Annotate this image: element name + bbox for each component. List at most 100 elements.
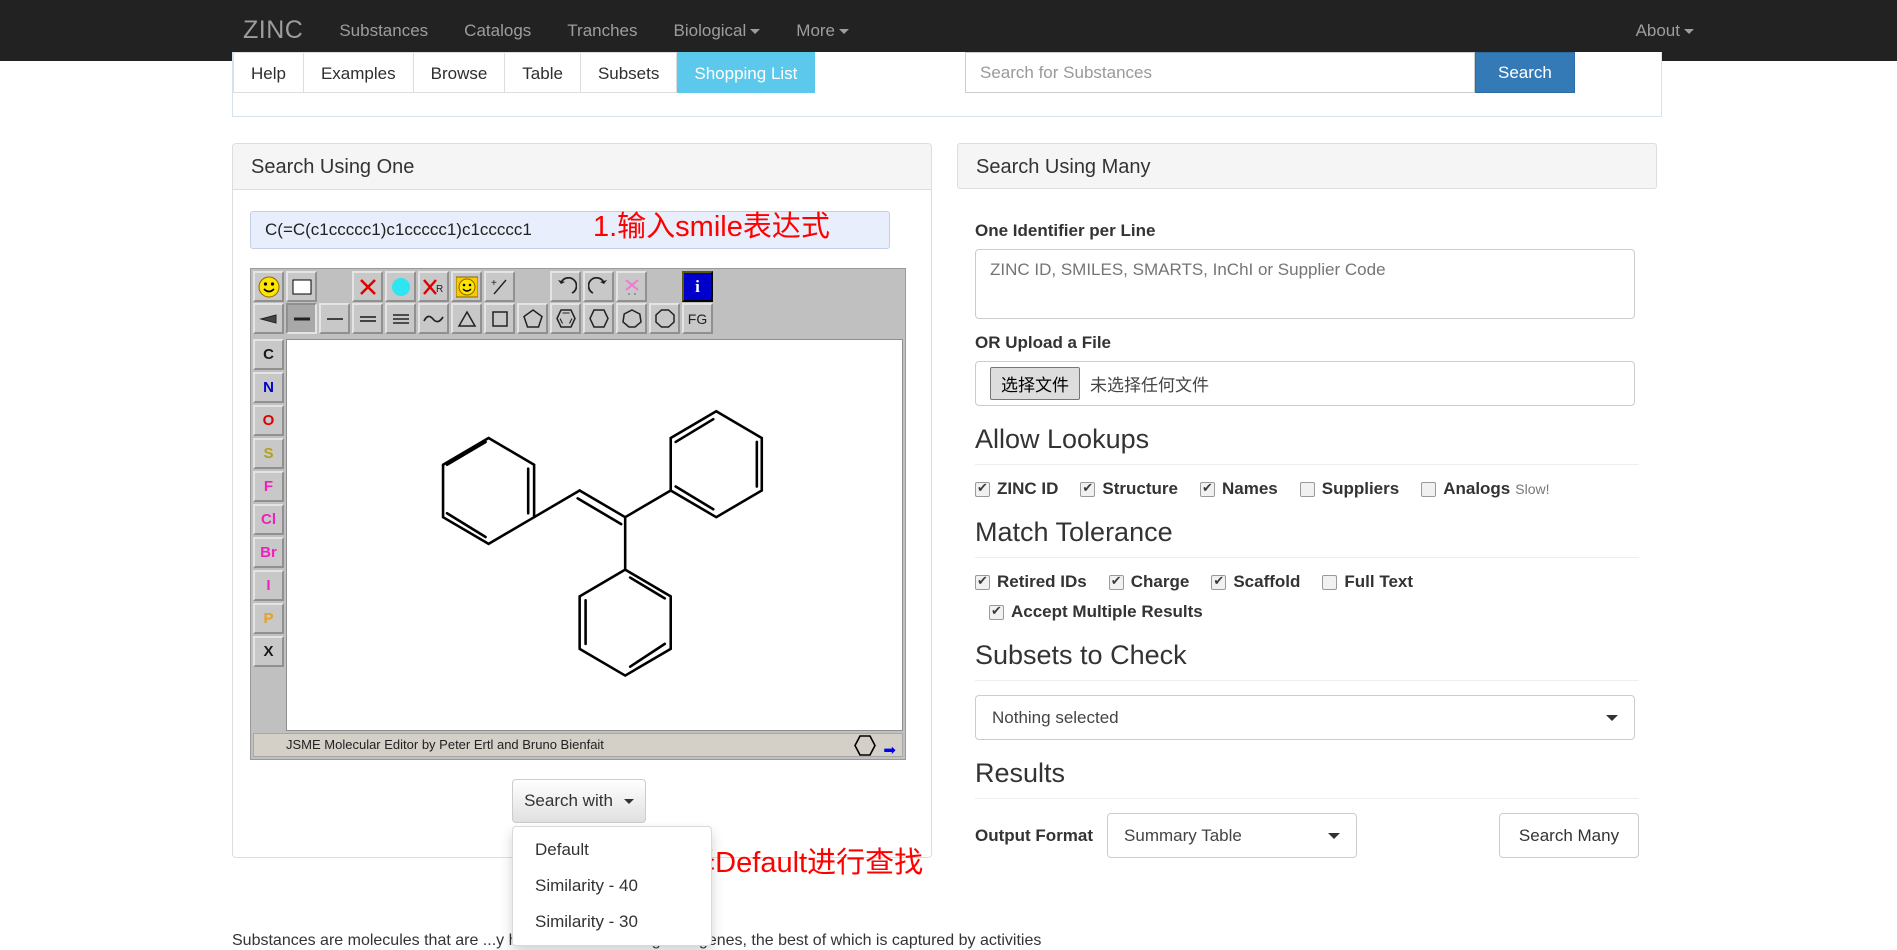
chevron-down-icon xyxy=(1606,714,1618,721)
left-panel-title: Search Using One xyxy=(233,144,931,190)
subsets-select[interactable]: Nothing selected xyxy=(975,695,1635,740)
double-bond-icon[interactable] xyxy=(352,303,383,334)
search-button[interactable]: Search xyxy=(1475,52,1575,93)
tab-subsets[interactable]: Subsets xyxy=(580,52,678,93)
functional-group-icon[interactable]: FG xyxy=(682,303,713,334)
output-format-label: Output Format xyxy=(975,825,1094,845)
checkbox-analogs[interactable] xyxy=(1421,481,1437,497)
delete-x-icon[interactable] xyxy=(352,271,383,302)
checkbox-item-charge[interactable]: Charge xyxy=(1108,572,1190,592)
pentagon-ring-icon[interactable] xyxy=(517,303,548,334)
annotation-step-1: 1.输入smile表达式 xyxy=(593,211,830,243)
svg-text:+: + xyxy=(491,278,497,289)
dropdown-item-similarity-30[interactable]: Similarity - 30 xyxy=(513,904,711,940)
checkbox-item-full-text[interactable]: Full Text xyxy=(1322,572,1413,592)
jsme-molecular-editor[interactable]: R + _ i FG C N O S F Cl Br I P X JSME Mo… xyxy=(250,268,906,760)
checkbox-accept-multiple-results[interactable] xyxy=(989,603,1004,620)
chevron-down-icon xyxy=(1684,29,1694,35)
chain-bond-icon[interactable] xyxy=(418,303,449,334)
checkbox-label: Analogs xyxy=(1443,479,1511,498)
atom-button-N[interactable]: N xyxy=(253,372,284,403)
info-icon[interactable]: i xyxy=(682,271,713,302)
checkbox-scaffold[interactable] xyxy=(1211,573,1227,590)
checkbox-structure[interactable] xyxy=(1080,480,1096,497)
nav-label: Biological xyxy=(673,21,747,40)
wedge-bond-icon[interactable] xyxy=(253,303,284,334)
identifier-label: One Identifier per Line xyxy=(975,221,1156,240)
square-ring-icon[interactable] xyxy=(484,303,515,334)
triangle-ring-icon[interactable] xyxy=(451,303,482,334)
atom-button-I[interactable]: I xyxy=(253,570,284,601)
checkbox-item-zinc-id[interactable]: ZINC ID xyxy=(975,479,1058,499)
dropdown-item-similarity-40[interactable]: Similarity - 40 xyxy=(513,868,711,904)
atom-button-S[interactable]: S xyxy=(253,438,284,469)
tab-bar: Help Examples Browse Table Subsets Shopp… xyxy=(233,52,816,93)
atom-button-O[interactable]: O xyxy=(253,405,284,436)
search-input[interactable] xyxy=(965,52,1475,93)
checkbox-suppliers[interactable] xyxy=(1299,481,1315,497)
jsme-export-arrow-icon[interactable]: ➡ xyxy=(883,740,896,762)
file-upload-row[interactable]: 选择文件 未选择任何文件 xyxy=(975,361,1635,406)
cyan-circle-icon[interactable] xyxy=(385,271,416,302)
tab-browse[interactable]: Browse xyxy=(413,52,506,93)
checkbox-full-text[interactable] xyxy=(1322,574,1338,590)
atom-button-Br[interactable]: Br xyxy=(253,537,284,568)
svg-text:_: _ xyxy=(499,288,506,297)
allow-lookups-group: ZINC ID Structure Names Suppliers Analog… xyxy=(975,479,1639,499)
choose-file-button[interactable]: 选择文件 xyxy=(990,367,1080,400)
single-bond-plain-icon[interactable] xyxy=(319,303,350,334)
nav-label: About xyxy=(1635,21,1680,40)
smiley-boxed-icon[interactable] xyxy=(451,271,482,302)
dropdown-item-default[interactable]: Default xyxy=(513,832,711,868)
search-using-many-panel: Search Using Many One Identifier per Lin… xyxy=(957,143,1657,858)
hexagon-ring-icon[interactable] xyxy=(583,303,614,334)
new-white-rect-icon[interactable] xyxy=(286,271,317,302)
charge-plusminus-icon[interactable]: + _ xyxy=(484,271,515,302)
search-with-button[interactable]: Search with xyxy=(512,779,646,823)
checkbox-item-structure[interactable]: Structure xyxy=(1080,479,1178,499)
molecule-structure xyxy=(441,409,764,678)
jsme-hexagon-logo-icon xyxy=(854,735,876,763)
checkbox-retired-ids[interactable] xyxy=(975,573,990,590)
delete-group-icon[interactable]: R xyxy=(418,271,449,302)
checkbox-label: Charge xyxy=(1130,572,1190,591)
checkbox-item-analogs[interactable]: Analogs Slow! xyxy=(1421,479,1550,499)
identifier-textarea[interactable] xyxy=(975,249,1635,319)
smiley-yellow-icon[interactable] xyxy=(253,271,284,302)
jsme-drawing-canvas[interactable] xyxy=(286,339,903,731)
search-many-button[interactable]: Search Many xyxy=(1499,813,1639,858)
heptagon-ring-icon[interactable] xyxy=(616,303,647,334)
checkbox-item-names[interactable]: Names xyxy=(1199,479,1278,499)
atom-button-F[interactable]: F xyxy=(253,471,284,502)
tab-shopping-list[interactable]: Shopping List xyxy=(677,52,816,93)
global-search: Search xyxy=(965,52,1575,93)
checkbox-item-accept-multiple[interactable]: Accept Multiple Results xyxy=(989,602,1203,622)
tab-examples[interactable]: Examples xyxy=(303,52,414,93)
tab-table[interactable]: Table xyxy=(505,52,581,93)
checkbox-names[interactable] xyxy=(1199,480,1215,497)
atom-button-C[interactable]: C xyxy=(253,339,284,370)
benzene-ring-icon[interactable] xyxy=(550,303,581,334)
atom-button-X[interactable]: X xyxy=(253,636,284,667)
checkbox-item-retired-ids[interactable]: Retired IDs xyxy=(975,572,1087,592)
file-status-text: 未选择任何文件 xyxy=(1090,376,1209,395)
checkbox-item-suppliers[interactable]: Suppliers xyxy=(1299,479,1399,499)
output-format-row: Output Format Summary Table Search Many xyxy=(975,813,1639,858)
redo-icon[interactable] xyxy=(583,271,614,302)
triple-bond-icon[interactable] xyxy=(385,303,416,334)
undo-icon[interactable] xyxy=(550,271,581,302)
allow-lookups-title: Allow Lookups xyxy=(975,424,1639,465)
octagon-ring-icon[interactable] xyxy=(649,303,680,334)
checkbox-item-scaffold[interactable]: Scaffold xyxy=(1211,572,1300,592)
analogs-note: Slow! xyxy=(1515,481,1550,497)
tab-help[interactable]: Help xyxy=(233,52,304,93)
match-tolerance-title: Match Tolerance xyxy=(975,517,1639,558)
checkbox-charge[interactable] xyxy=(1108,573,1124,590)
output-format-select[interactable]: Summary Table xyxy=(1107,813,1358,858)
checkbox-zinc-id[interactable] xyxy=(975,480,990,497)
stereo-x-icon[interactable] xyxy=(616,271,647,302)
atom-button-P[interactable]: P xyxy=(253,603,284,634)
atom-button-Cl[interactable]: Cl xyxy=(253,504,284,535)
single-bond-icon[interactable] xyxy=(286,303,317,334)
jsme-toolbar-row-1: R + _ i xyxy=(251,269,905,302)
